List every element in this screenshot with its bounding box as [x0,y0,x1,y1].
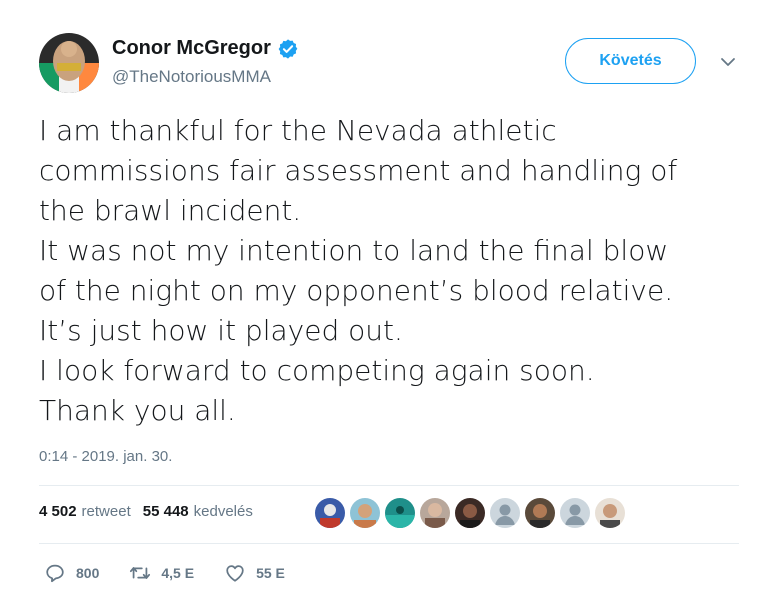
author-avatar[interactable] [39,33,99,93]
liker-avatar[interactable] [420,498,450,528]
tweet-line: It was not my intention to land the fina… [39,234,669,267]
tweet-line: It’s just how it played out. [39,314,403,347]
likes-label[interactable]: kedvelés [194,503,253,520]
author-handle[interactable]: @TheNotoriousMMA [112,67,271,87]
tweet-stats: 4 502 retweet 55 448 kedvelés [39,503,265,520]
tweet-line: I am thankful for the Nevada athletic [39,114,557,147]
reply-icon [46,564,64,583]
retweet-count: 4,5 E [161,565,195,581]
liker-avatar[interactable] [525,498,555,528]
chevron-down-icon[interactable] [719,56,737,68]
liker-avatar[interactable] [385,498,415,528]
reply-count: 800 [76,565,100,581]
liker-avatar[interactable] [490,498,520,528]
author-name-row[interactable]: Conor McGregor [112,37,299,60]
tweet-line: of the night on my opponent’s blood rela… [39,274,674,307]
retweet-icon [130,567,151,579]
like-count: 55 E [256,565,285,581]
tweet-actions: 800 4,5 E 55 E [44,562,315,584]
tweet-timestamp[interactable]: 0:14 - 2019. jan. 30. [39,448,172,465]
tweet-line: commissions fair assessment and handling… [39,154,678,187]
author-name[interactable]: Conor McGregor [112,37,271,60]
retweet-button[interactable]: 4,5 E [129,562,194,584]
follow-button[interactable]: Követés [565,38,696,84]
tweet-line: Thank you all. [39,394,236,427]
retweets-label[interactable]: retweet [82,503,131,520]
divider [39,543,739,544]
liker-avatar[interactable] [560,498,590,528]
tweet-text: I am thankful for the Nevada athletic co… [39,111,759,431]
retweets-count[interactable]: 4 502 [39,503,77,520]
heart-icon [226,565,244,582]
liker-avatar[interactable] [315,498,345,528]
liker-avatar[interactable] [455,498,485,528]
divider [39,485,739,486]
verified-badge-icon [278,38,298,59]
likes-count[interactable]: 55 448 [143,503,189,520]
liker-avatars [315,498,630,528]
like-button[interactable]: 55 E [224,562,285,584]
tweet-line: I look forward to competing again soon. [39,354,595,387]
tweet-line: the brawl incident. [39,194,302,227]
liker-avatar[interactable] [595,498,625,528]
liker-avatar[interactable] [350,498,380,528]
reply-button[interactable]: 800 [44,562,99,584]
